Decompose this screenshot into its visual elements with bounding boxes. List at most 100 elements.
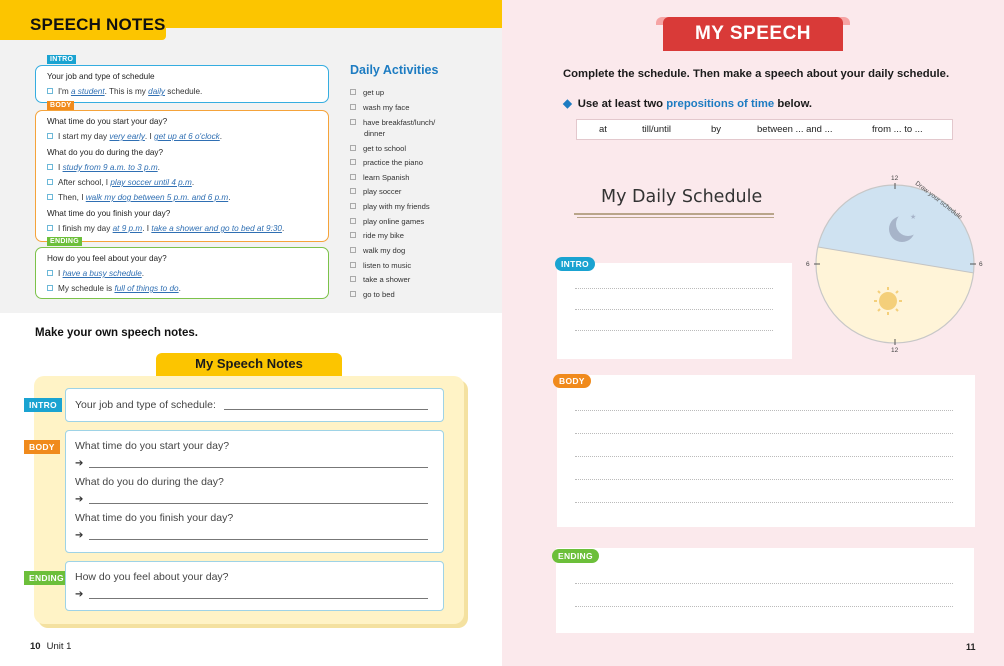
clock-label-bottom: 12 [891,347,899,354]
schedule-title-underline [574,213,774,215]
daily-item: get up [350,88,384,98]
clock-label-left: 6 [806,261,810,268]
checkbox[interactable] [47,164,53,170]
notes-ending-question: How do you feel about your day? [75,571,229,583]
checkbox[interactable] [47,225,53,231]
checkbox[interactable] [47,285,53,291]
notes-body-answer-line-1[interactable] [89,456,428,468]
daily-item: play with my friends [350,202,430,212]
daily-item: get to school [350,144,406,154]
notes-intro-tag: INTRO [24,398,62,412]
speech-instruction: Complete the schedule. Then make a speec… [563,68,950,80]
preposition-by: by [711,124,722,135]
daily-item-continued: dinner [364,129,386,138]
checkbox[interactable] [47,88,53,94]
daily-item: walk my dog [350,246,405,256]
daily-item: play soccer [350,187,401,197]
writing-line [575,456,953,457]
checkbox[interactable] [350,104,356,110]
example-body-answer-3: After school, I play soccer until 4 p.m. [47,178,194,187]
writing-line [575,606,953,607]
preposition-at: at [599,124,607,135]
checkbox[interactable] [350,145,356,151]
left-page: SPEECH NOTES INTRO Your job and type of … [0,0,502,666]
notes-intro-answer-line[interactable] [224,398,428,410]
checkbox[interactable] [350,232,356,238]
checkbox[interactable] [350,276,356,282]
checkbox[interactable] [350,203,356,209]
notes-body-question-2: What do you do during the day? [75,476,224,488]
daily-item: go to bed [350,290,395,300]
example-intro-answer: I'm a student. This is my daily schedule… [47,87,202,96]
speech-ending-tag: ENDING [552,549,599,563]
daily-item: wash my face [350,103,409,113]
speech-ending-paper[interactable] [556,548,974,633]
checkbox[interactable] [350,291,356,297]
ending-tag: ENDING [47,237,83,246]
prepositions-instruction: ◆ Use at least two prepositions of time b… [563,98,813,110]
checkbox[interactable] [47,179,53,185]
page-footer-left: 10 Unit 1 [30,641,72,652]
checkbox[interactable] [350,159,356,165]
page-title: SPEECH NOTES [30,15,166,34]
arrow-icon: ➔ [75,589,84,600]
diamond-bullet-icon: ◆ [563,98,572,110]
notes-intro-question: Your job and type of schedule: [75,399,216,411]
checkbox[interactable] [350,89,356,95]
speech-body-paper[interactable] [557,375,975,527]
checkbox[interactable] [350,262,356,268]
checkbox[interactable] [47,133,53,139]
notes-ending-answer-line[interactable] [89,587,428,599]
speech-intro-tag: INTRO [555,257,595,271]
example-ending-question: How do you feel about your day? [47,254,167,263]
writing-line [575,410,953,411]
clock-label-right: 6 [979,261,983,268]
notes-body-answer-line-3[interactable] [89,528,428,540]
writing-line [575,479,953,480]
daily-item: have breakfast/lunch/ [350,118,435,128]
daily-item: practice the piano [350,158,423,168]
daily-activities-title: Daily Activities [350,63,439,77]
checkbox[interactable] [47,194,53,200]
daily-item: play online games [350,217,424,227]
example-ending-answer-1: I have a busy schedule. [47,269,144,278]
example-ending-answer-2: My schedule is full of things to do. [47,284,181,293]
speech-title: MY SPEECH [694,23,812,44]
writing-line [575,502,953,503]
schedule-title: My Daily Schedule [601,187,763,207]
speech-intro-paper[interactable] [557,263,792,359]
example-intro-box [35,65,329,103]
preposition-till-until: till/until [642,124,672,135]
example-body-answer-1: I start my day very early. I get up at 6… [47,132,222,141]
schedule-clock[interactable]: ★ [806,175,986,355]
notes-body-question-3: What time do you finish your day? [75,512,234,524]
clock-label-top: 12 [891,175,899,182]
example-body-question-3: What time do you finish your day? [47,209,171,218]
writing-line [575,288,773,289]
example-body-answer-5: I finish my day at 9 p.m. I take a showe… [47,224,284,233]
notes-body-question-1: What time do you start your day? [75,440,230,452]
daily-item: listen to music [350,261,411,271]
arrow-icon: ➔ [75,530,84,541]
notes-body-tag: BODY [24,440,60,454]
arrow-icon: ➔ [75,494,84,505]
checkbox[interactable] [350,188,356,194]
svg-text:★: ★ [910,213,916,221]
arrow-icon: ➔ [75,458,84,469]
writing-line [575,583,953,584]
daily-item: take a shower [350,275,410,285]
checkbox[interactable] [350,174,356,180]
notes-body-answer-line-2[interactable] [89,492,428,504]
example-intro-question: Your job and type of schedule [47,72,155,81]
make-notes-instruction: Make your own speech notes. [35,327,198,339]
preposition-between-and: between ... and ... [757,124,833,135]
writing-line [575,433,953,434]
notes-ending-box [65,561,444,611]
checkbox[interactable] [350,119,356,125]
checkbox[interactable] [47,270,53,276]
checkbox[interactable] [350,218,356,224]
notes-ending-tag: ENDING [24,571,69,585]
example-body-question-1: What time do you start your day? [47,117,168,126]
checkbox[interactable] [350,247,356,253]
preposition-from-to: from ... to ... [872,124,923,135]
